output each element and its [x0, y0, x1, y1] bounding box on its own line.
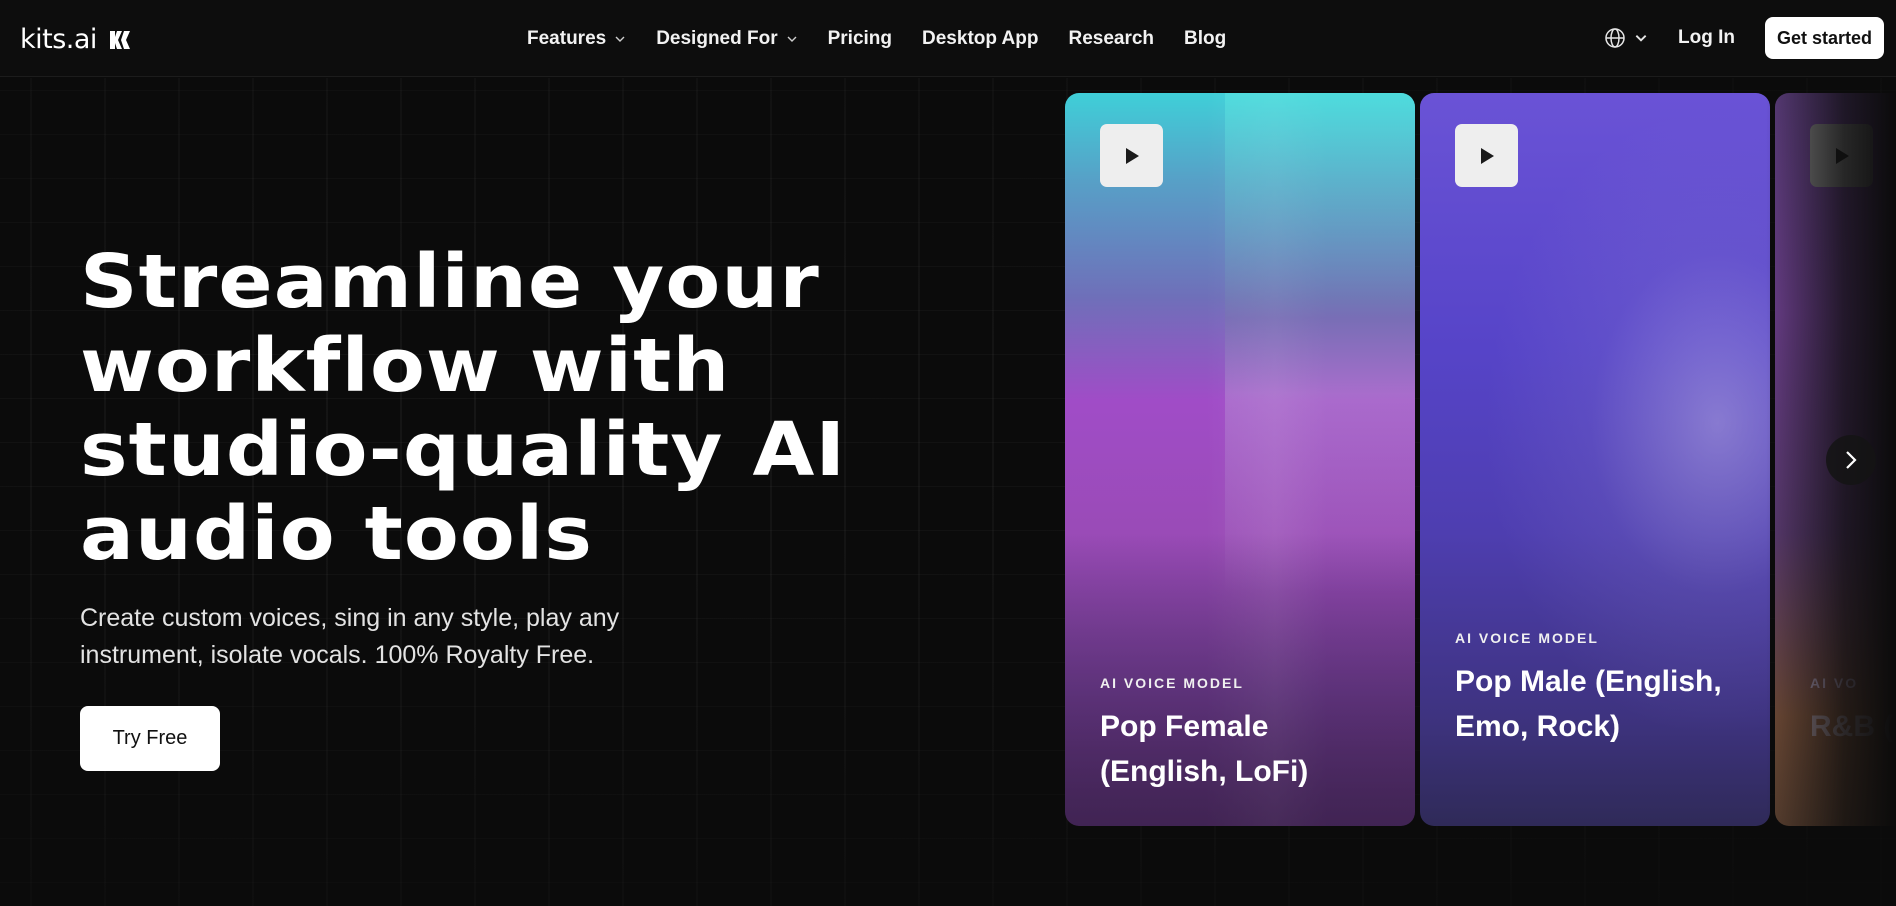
voice-card[interactable]: AI VOICE MODEL Pop Male (English, Emo, R…	[1420, 93, 1770, 826]
hero-title: Streamline your workflow with studio-qua…	[80, 239, 847, 577]
card-title: Pop Male (English, Emo, Rock)	[1455, 665, 1722, 743]
play-button[interactable]	[1455, 124, 1518, 187]
main-nav: Features Designed For Pricing Desktop Ap…	[527, 0, 1226, 77]
card-tag: AI VO	[1810, 675, 1859, 691]
card-title: Pop Female (English, LoFi)	[1100, 710, 1309, 788]
logo-text: kits.ai	[20, 24, 97, 55]
nav-pricing[interactable]: Pricing	[828, 28, 892, 50]
nav-designed-for[interactable]: Designed For	[656, 28, 797, 50]
play-button[interactable]	[1810, 124, 1873, 187]
login-link[interactable]: Log In	[1678, 27, 1735, 49]
carousel-next-button[interactable]	[1826, 435, 1876, 485]
chevron-down-icon	[1635, 35, 1647, 42]
card-title: R&B (En	[1810, 710, 1896, 743]
card-tag: AI VOICE MODEL	[1100, 675, 1244, 691]
play-icon	[1125, 147, 1139, 164]
card-tag: AI VOICE MODEL	[1455, 630, 1599, 646]
hero-section: Streamline your workflow with studio-qua…	[80, 240, 1020, 771]
nav-features-label: Features	[527, 27, 607, 49]
site-header: kits.ai Features Designed For Pricing De…	[0, 0, 1896, 77]
voice-model-carousel: AI VOICE MODEL Pop Female (English, LoFi…	[1065, 93, 1896, 826]
chevron-down-icon	[787, 36, 797, 42]
nav-desktop-app-label: Desktop App	[922, 27, 1039, 49]
nav-desktop-app[interactable]: Desktop App	[922, 28, 1038, 50]
nav-pricing-label: Pricing	[827, 27, 893, 49]
nav-features[interactable]: Features	[527, 28, 626, 50]
logo-mark-icon	[109, 30, 130, 49]
play-icon	[1835, 147, 1849, 164]
play-button[interactable]	[1100, 124, 1163, 187]
globe-icon	[1605, 28, 1625, 48]
chevron-down-icon	[615, 36, 625, 42]
nav-research[interactable]: Research	[1068, 28, 1154, 50]
nav-designed-for-label: Designed For	[656, 27, 778, 49]
header-actions: Log In Get started	[1604, 17, 1884, 59]
nav-research-label: Research	[1068, 27, 1155, 49]
nav-blog[interactable]: Blog	[1184, 28, 1226, 50]
logo[interactable]: kits.ai	[20, 24, 131, 55]
language-selector[interactable]	[1604, 27, 1648, 49]
chevron-right-icon	[1846, 451, 1857, 469]
get-started-button[interactable]: Get started	[1764, 17, 1884, 59]
hero-subtitle: Create custom voices, sing in any style,…	[80, 604, 620, 669]
play-icon	[1480, 147, 1494, 164]
try-free-button[interactable]: Try Free	[80, 706, 220, 771]
nav-blog-label: Blog	[1184, 27, 1227, 49]
voice-card[interactable]: AI VOICE MODEL Pop Female (English, LoFi…	[1065, 93, 1415, 826]
